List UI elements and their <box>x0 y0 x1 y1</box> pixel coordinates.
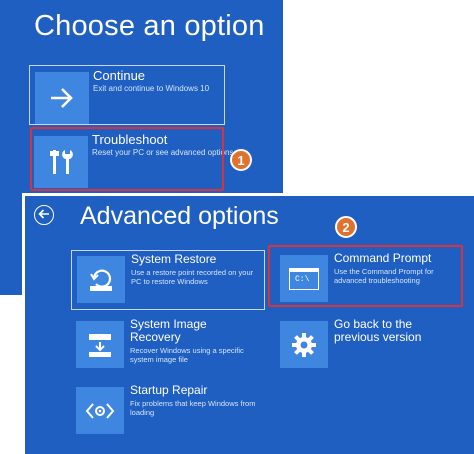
go-back-previous-version-option[interactable]: Go back to the previous version <box>275 316 469 376</box>
option-description: loading <box>130 408 155 417</box>
option-title-line2: previous version <box>334 330 422 344</box>
command-prompt-highlight <box>268 245 463 307</box>
startup-repair-icon <box>76 387 124 434</box>
restore-icon <box>77 256 125 303</box>
option-title: Startup Repair <box>130 383 208 397</box>
option-title: System Restore <box>131 252 217 266</box>
system-image-icon <box>76 321 124 368</box>
troubleshoot-highlight <box>30 127 224 191</box>
callout-badge-1: 1 <box>230 149 252 171</box>
arrow-right-icon <box>35 72 89 124</box>
option-title: Continue <box>93 68 146 83</box>
page-title: Advanced options <box>80 202 279 230</box>
option-description: Exit and continue to Windows 10 <box>93 84 210 93</box>
callout-badge-2: 2 <box>335 216 357 238</box>
continue-option[interactable]: Continue Exit and continue to Windows 10 <box>29 65 225 125</box>
option-title-line2: Recovery <box>130 330 181 344</box>
back-button[interactable] <box>34 205 54 225</box>
back-arrow-icon <box>38 206 50 224</box>
system-image-recovery-option[interactable]: System Image Recovery Recover Windows us… <box>71 316 265 376</box>
advanced-options-screen: Advanced options System Restore Use a re… <box>22 193 474 454</box>
system-restore-option[interactable]: System Restore Use a restore point recor… <box>71 250 265 310</box>
page-title: Choose an option <box>34 10 265 42</box>
gear-icon <box>280 321 328 368</box>
option-description: system image file <box>130 355 188 364</box>
option-description: PC to restore Windows <box>131 277 208 286</box>
startup-repair-option[interactable]: Startup Repair Fix problems that keep Wi… <box>71 382 265 442</box>
